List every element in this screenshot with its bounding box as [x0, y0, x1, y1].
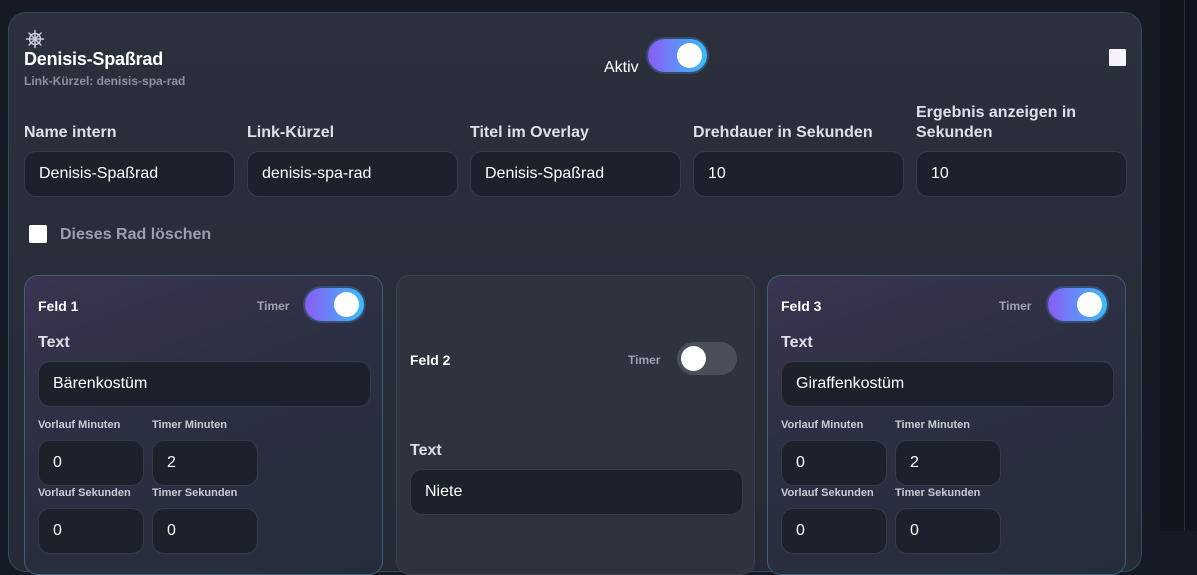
drehdauer-label: Drehdauer in Sekunden — [693, 124, 873, 141]
timer-sekunden-label: Timer Sekunden — [895, 487, 981, 499]
name-intern-label: Name intern — [24, 124, 117, 141]
vorlauf-minuten-input[interactable]: 0 — [38, 440, 144, 486]
link-kuerzel-label: Link-Kürzel — [247, 124, 335, 141]
toggle-knob — [677, 43, 702, 68]
collapse-checkbox[interactable] — [1109, 49, 1126, 66]
active-toggle[interactable] — [648, 39, 707, 72]
link-kuerzel-input[interactable]: denisis-spa-rad — [247, 151, 458, 197]
right-sidebar — [1160, 0, 1197, 531]
segment-text-input[interactable]: Niete — [410, 469, 743, 515]
wheel-title: Denisis-Spaßrad — [24, 49, 164, 69]
wheel-card: Denisis-Spaßrad Link-Kürzel: denisis-spa… — [8, 12, 1142, 575]
ship-wheel-icon — [25, 29, 45, 49]
titel-overlay-label: Titel im Overlay — [470, 124, 589, 141]
segment-timer-label: Timer — [628, 353, 661, 367]
active-label: Aktiv — [604, 59, 639, 76]
delete-checkbox[interactable] — [29, 225, 47, 243]
segment-timer-label: Timer — [257, 299, 290, 313]
timer-sekunden-input[interactable]: 0 — [152, 508, 258, 554]
wheel-slug-line: Link-Kürzel: denisis-spa-rad — [24, 74, 186, 88]
drehdauer-input[interactable]: 10 — [693, 151, 904, 197]
delete-label: Dieses Rad löschen — [60, 226, 212, 243]
segment-text-label: Text — [38, 334, 70, 351]
segment-title: Feld 2 — [410, 352, 451, 368]
segment-text-input[interactable]: Bärenkostüm — [38, 361, 371, 407]
segment-timer-toggle[interactable] — [1048, 288, 1107, 321]
vorlauf-minuten-label: Vorlauf Minuten — [38, 419, 121, 431]
segment-text-label: Text — [781, 334, 813, 351]
segment-timer-label: Timer — [999, 299, 1032, 313]
timer-minuten-input[interactable]: 2 — [895, 440, 1001, 486]
ergebnis-label: Ergebnis anzeigen in Sekunden — [916, 104, 1077, 141]
sidebar-divider — [1184, 0, 1185, 531]
segment-card-2: Feld 2 Timer Text Niete — [396, 275, 755, 575]
toggle-knob — [334, 292, 359, 317]
segment-text-label: Text — [410, 442, 442, 459]
toggle-knob — [681, 346, 706, 371]
timer-minuten-label: Timer Minuten — [895, 419, 970, 431]
timer-minuten-input[interactable]: 2 — [152, 440, 258, 486]
segment-card-3: Feld 3 Timer Text Giraffenkostüm Vorlauf… — [767, 275, 1126, 575]
timer-minuten-label: Timer Minuten — [152, 419, 227, 431]
toggle-knob — [1077, 292, 1102, 317]
vorlauf-sekunden-label: Vorlauf Sekunden — [38, 487, 131, 499]
segment-text-input[interactable]: Giraffenkostüm — [781, 361, 1114, 407]
name-intern-input[interactable]: Denisis-Spaßrad — [24, 151, 235, 197]
titel-overlay-input[interactable]: Denisis-Spaßrad — [470, 151, 681, 197]
segment-title: Feld 3 — [781, 298, 822, 314]
vorlauf-sekunden-input[interactable]: 0 — [781, 508, 887, 554]
vorlauf-sekunden-input[interactable]: 0 — [38, 508, 144, 554]
timer-sekunden-input[interactable]: 0 — [895, 508, 1001, 554]
vorlauf-sekunden-label: Vorlauf Sekunden — [781, 487, 874, 499]
segment-timer-toggle[interactable] — [677, 342, 737, 375]
segment-card-1: Feld 1 Timer Text Bärenkostüm Vorlauf Mi… — [24, 275, 383, 575]
timer-sekunden-label: Timer Sekunden — [152, 487, 238, 499]
vorlauf-minuten-input[interactable]: 0 — [781, 440, 887, 486]
segment-title: Feld 1 — [38, 298, 79, 314]
ergebnis-input[interactable]: 10 — [916, 151, 1127, 197]
vorlauf-minuten-label: Vorlauf Minuten — [781, 419, 864, 431]
segment-timer-toggle[interactable] — [305, 288, 364, 321]
